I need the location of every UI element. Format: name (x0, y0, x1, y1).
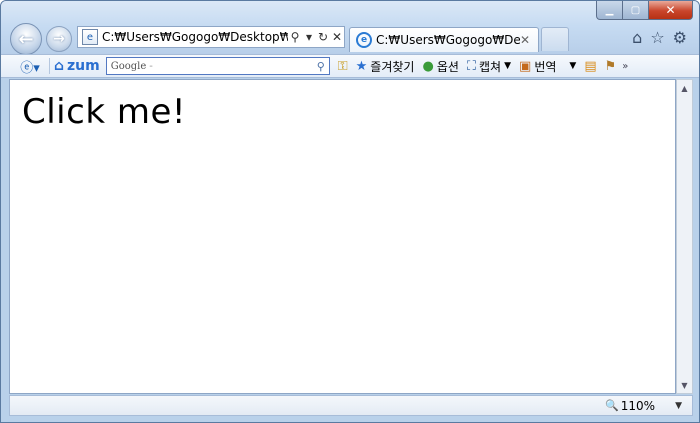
click-me-heading[interactable]: Click me! (22, 92, 186, 132)
star-icon: ★ (355, 58, 368, 74)
notes-button[interactable]: ▤ (584, 59, 596, 74)
options-icon: ● (422, 58, 434, 74)
refresh-icon[interactable]: ↻ (316, 30, 330, 44)
gear-icon[interactable]: ⚙ (673, 28, 687, 47)
command-toolbar: ⓔ▾ ⌂ zum Google - ⚲ ⚿ ★ 즐겨찾기 ● 옵션 ⛶ 캡쳐 ▼… (1, 54, 699, 78)
zoom-control[interactable]: 🔍 110% ▼ (605, 399, 682, 413)
favorites-button[interactable]: ★ 즐겨찾기 (356, 58, 415, 75)
back-arrow-icon: ← (18, 28, 34, 50)
favorites-label: 즐겨찾기 (370, 59, 415, 74)
zum-label: zum (67, 58, 100, 74)
translate-button[interactable]: ▣ 번역 ▼ (519, 58, 576, 75)
translate-label: 번역 (534, 59, 557, 74)
tab-title: C:₩Users₩Gogogo₩Deskto... (376, 33, 520, 47)
search-box[interactable]: Google - ⚲ (105, 57, 330, 75)
close-window-button[interactable]: ✕ (649, 1, 693, 20)
forward-button[interactable]: → (46, 26, 72, 52)
chevron-down-icon[interactable]: ▾ (302, 30, 316, 44)
maximize-icon: ▢ (630, 4, 641, 16)
vertical-scrollbar[interactable]: ▲ ▼ (676, 79, 693, 394)
star-icon[interactable]: ☆ (650, 28, 664, 47)
search-icon[interactable]: ⚲ (313, 60, 329, 73)
chevron-down-icon: ▼ (569, 61, 577, 71)
broom-icon: ⚑ (604, 58, 617, 74)
back-button[interactable]: ← (10, 23, 42, 55)
minimize-icon: ▁ (605, 4, 614, 16)
overflow-chevron-icon[interactable]: » (622, 61, 628, 72)
google-brand: Google (110, 60, 147, 72)
browser-window: ▁ ▢ ✕ ← → e C:₩Users₩Gogogo₩Desktop₩test… (0, 0, 700, 423)
tab-active[interactable]: e C:₩Users₩Gogogo₩Deskto... ✕ (349, 27, 539, 52)
toolbar-divider (49, 58, 50, 74)
chevron-down-icon[interactable]: ▼ (675, 401, 682, 411)
chevron-down-icon: ▼ (504, 61, 512, 71)
capture-label: 캡쳐 (479, 59, 502, 74)
capture-icon: ⛶ (466, 58, 477, 74)
forward-arrow-icon: → (53, 31, 65, 47)
zum-button[interactable]: ⌂ zum (54, 58, 100, 74)
scroll-up-icon[interactable]: ▲ (677, 80, 692, 96)
address-url[interactable]: C:₩Users₩Gogogo₩Desktop₩test1 (102, 30, 288, 44)
new-tab-button[interactable] (541, 27, 569, 51)
options-button[interactable]: ● 옵션 (422, 58, 458, 75)
ie-page-icon: e (356, 32, 372, 48)
options-label: 옵션 (436, 59, 459, 74)
zoom-level: 110% (620, 398, 656, 413)
window-controls: ▁ ▢ ✕ (596, 1, 693, 20)
capture-button[interactable]: ⛶ 캡쳐 ▼ (467, 58, 511, 75)
key-button[interactable]: ⚿ (338, 59, 348, 74)
minimize-button[interactable]: ▁ (596, 1, 623, 20)
close-icon: ✕ (665, 3, 676, 17)
broom-button[interactable]: ⚑ (605, 59, 617, 74)
page-viewport: Click me! (9, 79, 676, 394)
home-icon[interactable]: ⌂ (632, 28, 642, 47)
zoom-icon: 🔍 (605, 399, 619, 412)
stop-icon[interactable]: ✕ (330, 30, 344, 44)
ie-menu-icon[interactable]: ⓔ▾ (15, 57, 45, 76)
address-bar[interactable]: e C:₩Users₩Gogogo₩Desktop₩test1 ⚲ ▾ ↻ ✕ (77, 26, 345, 48)
translate-icon: ▣ (519, 58, 532, 74)
browser-actions: ⌂ ☆ ⚙ (632, 28, 687, 47)
home-icon: ⌂ (54, 58, 65, 74)
search-icon[interactable]: ⚲ (288, 30, 302, 44)
search-input[interactable]: - (146, 61, 312, 72)
scroll-down-icon[interactable]: ▼ (677, 377, 692, 393)
status-bar: 🔍 110% ▼ (9, 395, 693, 416)
note-icon: ▤ (584, 58, 597, 74)
key-icon: ⚿ (337, 58, 348, 74)
maximize-button[interactable]: ▢ (623, 1, 649, 20)
page-icon: e (82, 29, 98, 45)
close-tab-icon[interactable]: ✕ (520, 33, 534, 47)
